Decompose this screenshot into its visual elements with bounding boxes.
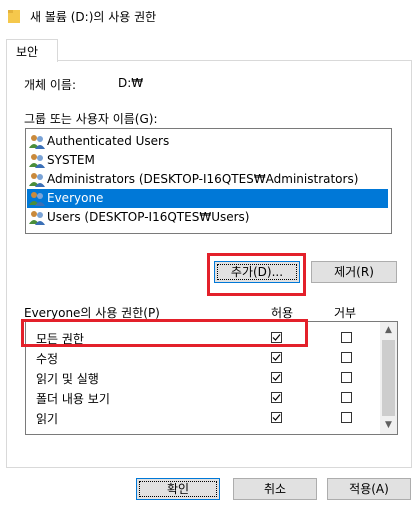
group-user-list[interactable]: Authenticated Users SYSTEM Administrator… bbox=[25, 128, 392, 234]
apply-button[interactable]: 적용(A) bbox=[327, 478, 411, 500]
users-icon bbox=[29, 192, 45, 206]
deny-checkbox[interactable] bbox=[341, 412, 352, 423]
deny-checkbox[interactable] bbox=[341, 352, 352, 363]
check-icon bbox=[272, 414, 281, 421]
list-item[interactable]: Administrators (DESKTOP-I16QTES₩Administ… bbox=[27, 170, 388, 189]
title-bar: 새 볼륨 (D:)의 사용 권한 bbox=[0, 0, 419, 32]
permission-name: 읽기 bbox=[36, 412, 59, 426]
users-icon bbox=[29, 173, 45, 187]
allow-checkbox[interactable] bbox=[271, 412, 282, 423]
permission-row: 수정 bbox=[26, 347, 378, 367]
list-item-label: Authenticated Users bbox=[47, 134, 170, 148]
remove-button[interactable]: 제거(R) bbox=[311, 261, 397, 283]
allow-checkbox[interactable] bbox=[271, 372, 282, 383]
deny-checkbox[interactable] bbox=[341, 332, 352, 343]
object-name-value: D:₩ bbox=[118, 76, 144, 90]
check-icon bbox=[272, 354, 281, 361]
permission-row: 읽기 bbox=[26, 407, 378, 427]
permission-name: 폴더 내용 보기 bbox=[36, 392, 110, 406]
permission-name: 읽기 및 실행 bbox=[36, 372, 99, 386]
folder-icon bbox=[8, 10, 20, 23]
window-title: 새 볼륨 (D:)의 사용 권한 bbox=[30, 10, 157, 24]
groups-label: 그룹 또는 사용자 이름(G): bbox=[24, 112, 158, 126]
users-icon bbox=[29, 154, 45, 168]
permission-name: 수정 bbox=[36, 352, 59, 366]
list-item[interactable]: Authenticated Users bbox=[27, 132, 388, 151]
cancel-button-label: 취소 bbox=[263, 482, 287, 496]
deny-checkbox[interactable] bbox=[341, 392, 352, 403]
object-name-label: 개체 이름: bbox=[24, 78, 77, 92]
add-button-label: 추가(D)... bbox=[230, 265, 284, 279]
cancel-button[interactable]: 취소 bbox=[233, 478, 317, 500]
scroll-down-icon[interactable]: ▼ bbox=[380, 417, 397, 434]
list-item-label: Everyone bbox=[47, 191, 104, 205]
users-icon bbox=[29, 135, 45, 149]
list-item-label: SYSTEM bbox=[47, 153, 95, 167]
list-item[interactable]: Users (DESKTOP-I16QTES₩Users) bbox=[27, 208, 388, 227]
scroll-up-icon[interactable]: ▲ bbox=[380, 322, 397, 339]
ok-button-label: 확인 bbox=[166, 482, 190, 496]
scroll-thumb[interactable] bbox=[382, 340, 395, 416]
tab-security-label: 보안 bbox=[16, 45, 39, 59]
deny-checkbox[interactable] bbox=[341, 372, 352, 383]
remove-button-label: 제거(R) bbox=[334, 265, 374, 279]
allow-checkbox[interactable] bbox=[271, 352, 282, 363]
check-icon bbox=[272, 374, 281, 381]
permission-row: 읽기 및 실행 bbox=[26, 367, 378, 387]
list-item-selected[interactable]: Everyone bbox=[27, 189, 388, 208]
allow-checkbox[interactable] bbox=[271, 392, 282, 403]
users-icon bbox=[29, 211, 45, 225]
list-item[interactable]: SYSTEM bbox=[27, 151, 388, 170]
permission-row: 폴더 내용 보기 bbox=[26, 387, 378, 407]
ok-button[interactable]: 확인 bbox=[136, 478, 220, 500]
highlight-box-full-control bbox=[21, 319, 308, 347]
permissions-scrollbar[interactable]: ▲ ▼ bbox=[380, 322, 397, 434]
list-item-label: Administrators (DESKTOP-I16QTES₩Administ… bbox=[47, 172, 359, 186]
deny-header: 거부 bbox=[334, 306, 357, 320]
check-icon bbox=[272, 394, 281, 401]
list-item-label: Users (DESKTOP-I16QTES₩Users) bbox=[47, 210, 250, 224]
tab-security[interactable]: 보안 bbox=[6, 39, 58, 62]
apply-button-label: 적용(A) bbox=[349, 482, 389, 496]
add-button[interactable]: 추가(D)... bbox=[214, 261, 300, 283]
